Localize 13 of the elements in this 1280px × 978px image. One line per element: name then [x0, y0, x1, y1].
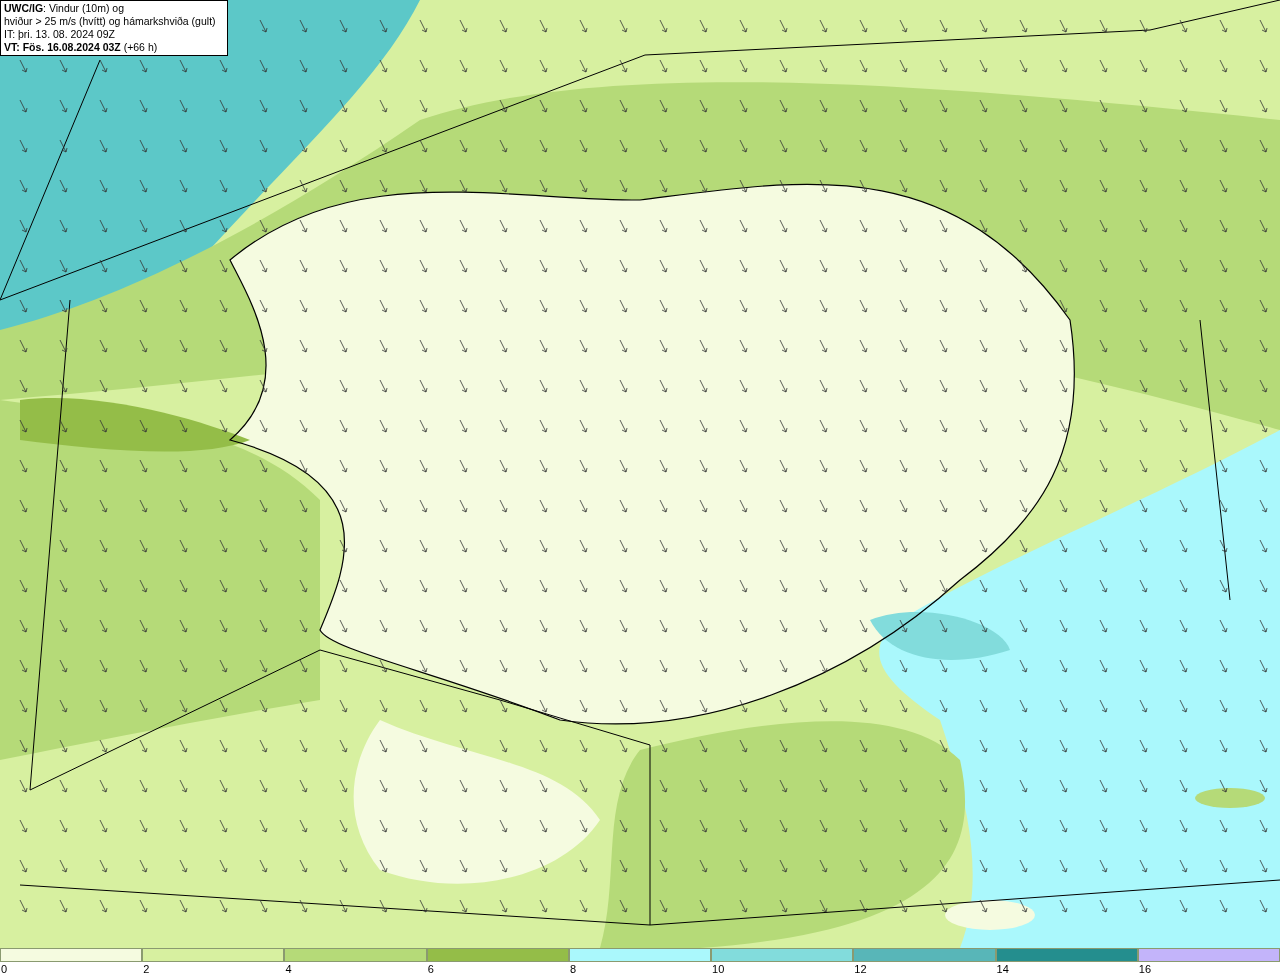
title-text: IT: þri. 13. 08. 2024 09Z — [4, 28, 116, 41]
legend-label: 10 — [711, 962, 725, 976]
legend-label: 6 — [426, 962, 434, 976]
title-text: VT: Fös. 16.08.2024 03Z (+66 h) — [4, 41, 159, 54]
legend-label: 16 — [1137, 962, 1151, 976]
title-text: UWC/IG: Vindur (10m) og — [4, 2, 125, 15]
legend-label: 0 — [0, 962, 8, 976]
legend-label: 8 — [568, 962, 576, 976]
title-text: hviður > 25 m/s (hvítt) og hámarkshviða (gult) — [4, 15, 217, 28]
legend-label: 2 — [142, 962, 150, 976]
legend-label: 14 — [995, 962, 1009, 976]
legend-label: 12 — [853, 962, 867, 976]
legend-label: 4 — [284, 962, 292, 976]
